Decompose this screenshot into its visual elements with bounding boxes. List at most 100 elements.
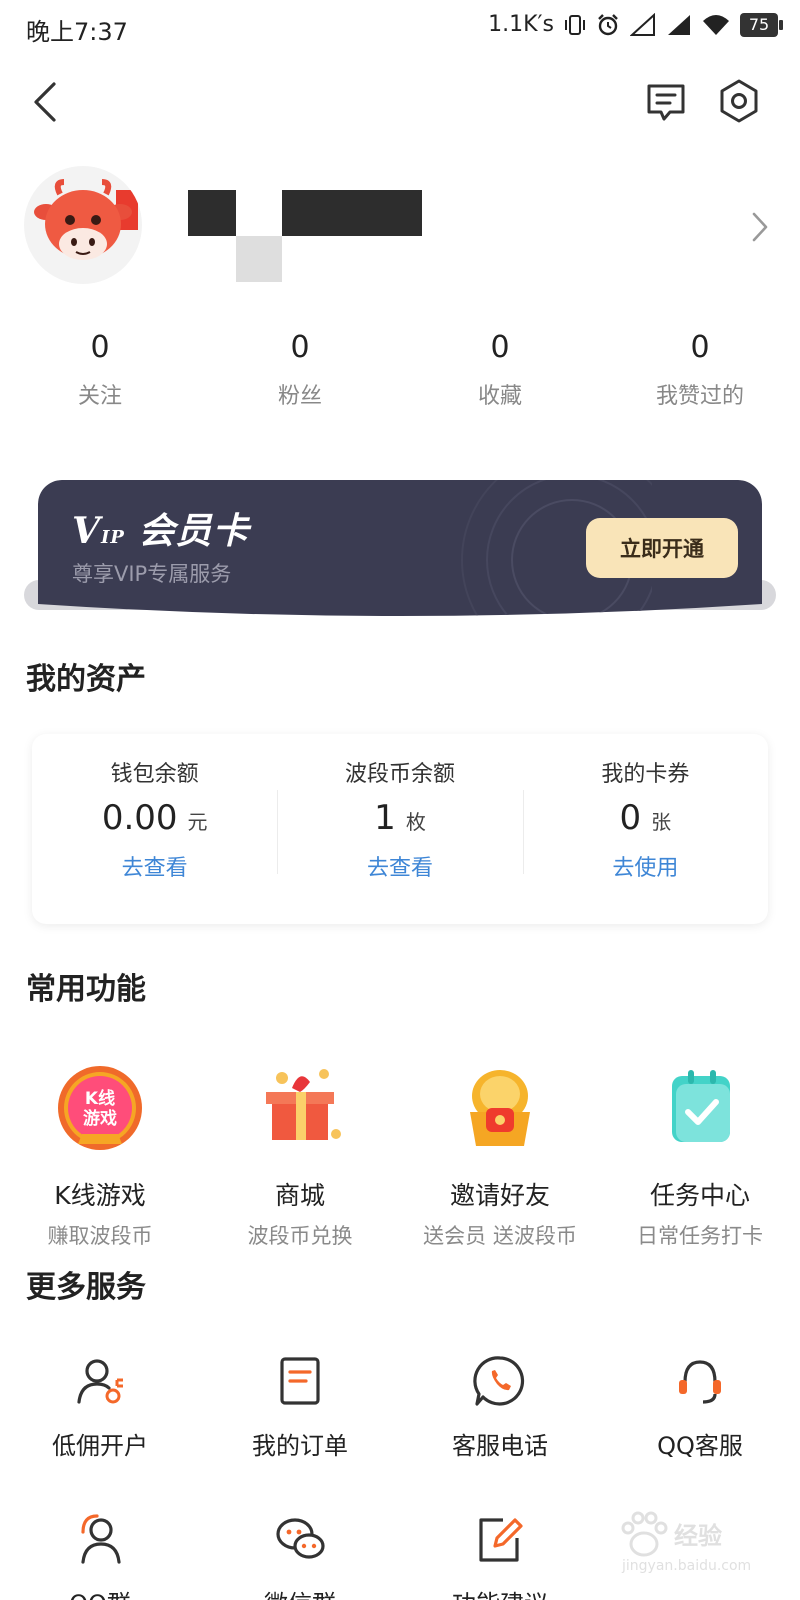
- vibrate-icon: [565, 14, 585, 35]
- asset-value: 0: [619, 798, 642, 838]
- service-name: QQ客服: [657, 1432, 743, 1460]
- function-subtitle: 日常任务打卡: [637, 1224, 763, 1248]
- vip-logo-v: V: [72, 510, 101, 552]
- stat-following[interactable]: 0 关注: [0, 326, 200, 410]
- invite-friends-icon: [470, 1070, 530, 1146]
- stat-liked[interactable]: 0 我赞过的: [600, 326, 800, 410]
- wifi-icon: [703, 14, 729, 35]
- task-center-icon: [672, 1070, 730, 1142]
- stat-value: 0: [490, 330, 510, 365]
- view-wallet-link[interactable]: 去查看: [32, 850, 277, 882]
- username-redacted-block: [282, 190, 422, 236]
- asset-coins: 波段币余额 1 枚 去查看: [277, 734, 522, 924]
- phone-icon: [473, 1356, 525, 1406]
- service-name: 我的订单: [252, 1432, 348, 1460]
- stat-value: 0: [290, 330, 310, 365]
- signal-icon: [630, 12, 655, 36]
- asset-label: 波段币余额: [344, 762, 455, 787]
- message-icon[interactable]: [644, 80, 688, 124]
- watermark-text: 经验: [674, 1522, 722, 1550]
- order-icon: [280, 1357, 320, 1405]
- avatar[interactable]: [24, 166, 142, 284]
- vip-title: 会员卡: [138, 510, 250, 552]
- stat-label: 我赞过的: [655, 384, 744, 409]
- vip-logo-ip: IP: [100, 527, 125, 548]
- functions-grid: K线 游戏 K线游戏 赚取波段币 商城 波段币兑换 邀请好友 送会员 送波段币: [0, 1060, 800, 1250]
- function-task-center[interactable]: 任务中心 日常任务打卡: [600, 1060, 800, 1250]
- profile-stats: 0 关注 0 粉丝 0 收藏 0 我赞过的: [0, 326, 800, 410]
- vip-card: VIP 会员卡 尊享VIP专属服务 立即开通: [38, 480, 762, 620]
- service-qq-support[interactable]: QQ客服: [600, 1354, 800, 1461]
- status-icons: 1.1K′s 75: [488, 12, 783, 37]
- asset-coupons: 我的卡券 0 张 去使用: [522, 734, 768, 924]
- service-name: 功能建议: [400, 1584, 600, 1600]
- mall-icon: [266, 1069, 341, 1140]
- k-line-game-icon: K线 游戏: [58, 1066, 142, 1150]
- function-mall[interactable]: 商城 波段币兑换: [200, 1060, 400, 1250]
- wechat-group-icon: [276, 1518, 325, 1559]
- vip-logo: VIP 会员卡: [72, 502, 249, 554]
- activate-vip-button[interactable]: 立即开通: [586, 518, 738, 578]
- asset-unit: 枚: [405, 810, 426, 834]
- asset-unit: 元: [187, 810, 208, 834]
- function-name: K线游戏: [54, 1181, 146, 1210]
- chevron-right-icon[interactable]: [748, 210, 772, 244]
- signal-full-icon: [668, 14, 690, 35]
- asset-amount: 1 枚: [277, 798, 522, 842]
- function-k-line-game[interactable]: K线 游戏 K线游戏 赚取波段币: [0, 1060, 200, 1250]
- stat-label: 关注: [77, 384, 122, 409]
- stat-label: 粉丝: [277, 384, 322, 409]
- vip-subtitle: 尊享VIP专属服务: [72, 562, 232, 586]
- service-feedback[interactable]: 功能建议: [400, 1512, 600, 1600]
- function-invite-friends[interactable]: 邀请好友 送会员 送波段币: [400, 1060, 600, 1250]
- stat-value: 0: [690, 330, 710, 365]
- service-low-commission-account[interactable]: 低佣开户: [0, 1354, 200, 1461]
- functions-section-title: 常用功能: [26, 972, 146, 1007]
- stat-followers[interactable]: 0 粉丝: [200, 326, 400, 410]
- stat-value: 0: [90, 330, 110, 365]
- edit-icon: [479, 1518, 523, 1562]
- status-time: 晚上7:37: [26, 18, 128, 46]
- battery-icon: 75: [740, 12, 783, 37]
- use-coupons-link[interactable]: 去使用: [523, 850, 768, 882]
- function-subtitle: 赚取波段币: [47, 1224, 153, 1248]
- stat-label: 收藏: [477, 384, 522, 409]
- username-redacted-block: [236, 236, 282, 282]
- asset-amount: 0.00 元: [32, 798, 277, 842]
- asset-wallet: 钱包余额 0.00 元 去查看: [32, 734, 277, 924]
- function-name: 邀请好友: [449, 1181, 550, 1210]
- service-qq-group[interactable]: QQ群: [0, 1512, 200, 1600]
- function-name: 任务中心: [649, 1181, 750, 1210]
- service-my-orders[interactable]: 我的订单: [200, 1354, 400, 1461]
- settings-icon[interactable]: [716, 78, 762, 124]
- asset-value: 0.00: [101, 798, 178, 838]
- assets-card: 钱包余额 0.00 元 去查看 波段币余额 1 枚 去查看 我的卡券 0 张 去…: [32, 734, 768, 924]
- asset-amount: 0 张: [523, 798, 768, 842]
- service-name: 低佣开户: [52, 1432, 148, 1460]
- service-wechat-group[interactable]: 微信群: [200, 1512, 400, 1600]
- function-subtitle: 波段币兑换: [247, 1224, 353, 1248]
- stat-favorites[interactable]: 0 收藏: [400, 326, 600, 410]
- status-bar: 晚上7:37 1.1K′s 75: [0, 0, 800, 56]
- watermark: 经验 jingyan.baidu.com: [616, 1510, 776, 1584]
- asset-label: 我的卡券: [601, 762, 690, 787]
- service-name: 客服电话: [452, 1432, 548, 1460]
- top-nav: [0, 72, 800, 132]
- back-icon[interactable]: [26, 78, 66, 126]
- service-name: 微信群: [200, 1584, 400, 1600]
- qq-group-icon: [81, 1514, 121, 1564]
- headset-icon: [679, 1360, 721, 1404]
- k-line-game-badge-line2: 游戏: [83, 1108, 117, 1129]
- services-section-title: 更多服务: [26, 1270, 146, 1305]
- user-account-icon: [77, 1359, 123, 1404]
- asset-value: 1: [374, 798, 396, 838]
- k-line-game-badge-line1: K线: [85, 1088, 115, 1109]
- service-hotline[interactable]: 客服电话: [400, 1354, 600, 1461]
- function-name: 商城: [274, 1181, 325, 1210]
- vip-card-banner[interactable]: VIP 会员卡 尊享VIP专属服务 立即开通: [24, 480, 776, 620]
- view-coins-link[interactable]: 去查看: [277, 850, 522, 882]
- watermark-url: jingyan.baidu.com: [622, 1558, 752, 1574]
- network-speed: 1.1K′s: [488, 12, 554, 37]
- service-name: QQ群: [0, 1584, 200, 1600]
- alarm-icon: [598, 13, 618, 35]
